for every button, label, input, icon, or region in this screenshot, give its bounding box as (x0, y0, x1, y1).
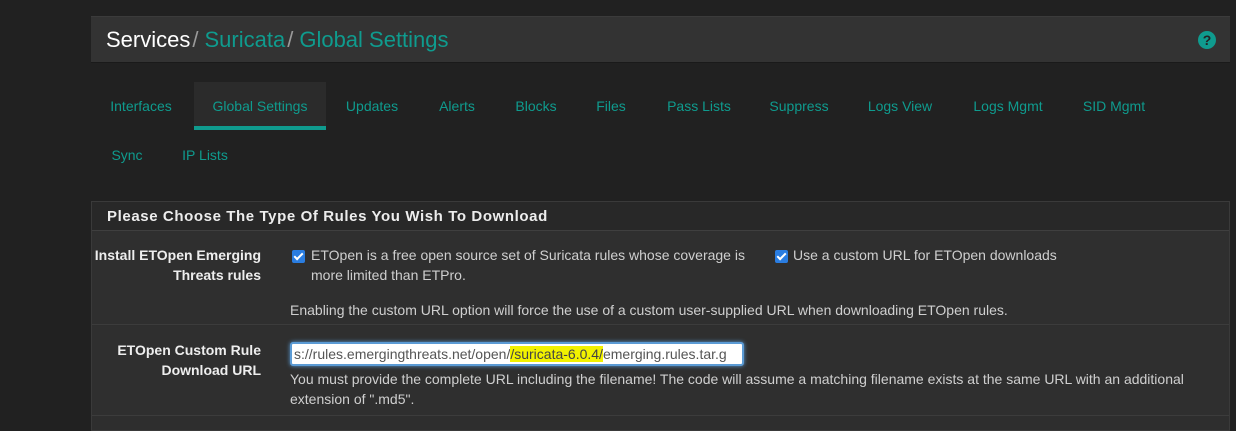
etopen-description: ETOpen is a free open source set of Suri… (311, 247, 745, 283)
custom-url-label: ETOpen Custom Rule Download URL (117, 342, 261, 378)
tab-sync[interactable]: Sync (101, 131, 153, 179)
tab-ip-lists[interactable]: IP Lists (171, 131, 239, 179)
tab-alerts[interactable]: Alerts (429, 82, 485, 130)
custom-url-help: Enabling the custom URL option will forc… (290, 302, 1008, 318)
etopen-row: Install ETOpen Emerging Threats rules ET… (92, 231, 1229, 325)
custom-url-checkbox-label[interactable]: Use a custom URL for ETOpen downloads (793, 245, 1057, 265)
breadcrumb-suricata[interactable]: Suricata (204, 27, 285, 52)
tab-global-settings[interactable]: Global Settings (194, 82, 326, 130)
panel-title: Please Choose The Type Of Rules You Wish… (107, 208, 548, 225)
tab-sid-mgmt[interactable]: SID Mgmt (1075, 82, 1153, 130)
breadcrumb-separator: / (192, 27, 199, 52)
tab-interfaces[interactable]: Interfaces (99, 82, 183, 130)
page-header: Services/Suricata/Global Settings ? (91, 16, 1230, 63)
tab-logs-mgmt[interactable]: Logs Mgmt (963, 82, 1053, 130)
panel-heading: Please Choose The Type Of Rules You Wish… (92, 202, 1229, 231)
breadcrumb: Services/Suricata/Global Settings (106, 28, 449, 52)
tab-suppress[interactable]: Suppress (763, 82, 835, 130)
url-highlighted-version: /suricata-6.0.4/ (510, 346, 603, 362)
url-text-start: s://rules.emergingthreats.net/open/ (294, 346, 511, 362)
etopen-checkbox[interactable] (292, 250, 305, 263)
custom-url-checkbox[interactable] (775, 250, 788, 263)
tab-updates[interactable]: Updates (337, 82, 407, 130)
breadcrumb-separator: / (287, 27, 294, 52)
custom-url-row: ETOpen Custom Rule Download URL s://rule… (92, 326, 1229, 416)
tab-pass-lists[interactable]: Pass Lists (657, 82, 741, 130)
tab-files[interactable]: Files (589, 82, 633, 130)
url-text-end: emerging.rules.tar.g (602, 346, 727, 362)
rules-panel: Please Choose The Type Of Rules You Wish… (91, 201, 1230, 431)
etopen-label: Install ETOpen Emerging Threats rules (94, 247, 261, 283)
custom-url-input[interactable]: s://rules.emergingthreats.net/open//suri… (290, 342, 744, 366)
question-circle-icon[interactable]: ? (1198, 31, 1216, 49)
tab-blocks[interactable]: Blocks (507, 82, 565, 130)
custom-url-input-help: You must provide the complete URL includ… (290, 371, 1184, 407)
breadcrumb-global-settings[interactable]: Global Settings (299, 27, 448, 52)
breadcrumb-services: Services (106, 27, 191, 52)
tab-logs-view[interactable]: Logs View (860, 82, 940, 130)
